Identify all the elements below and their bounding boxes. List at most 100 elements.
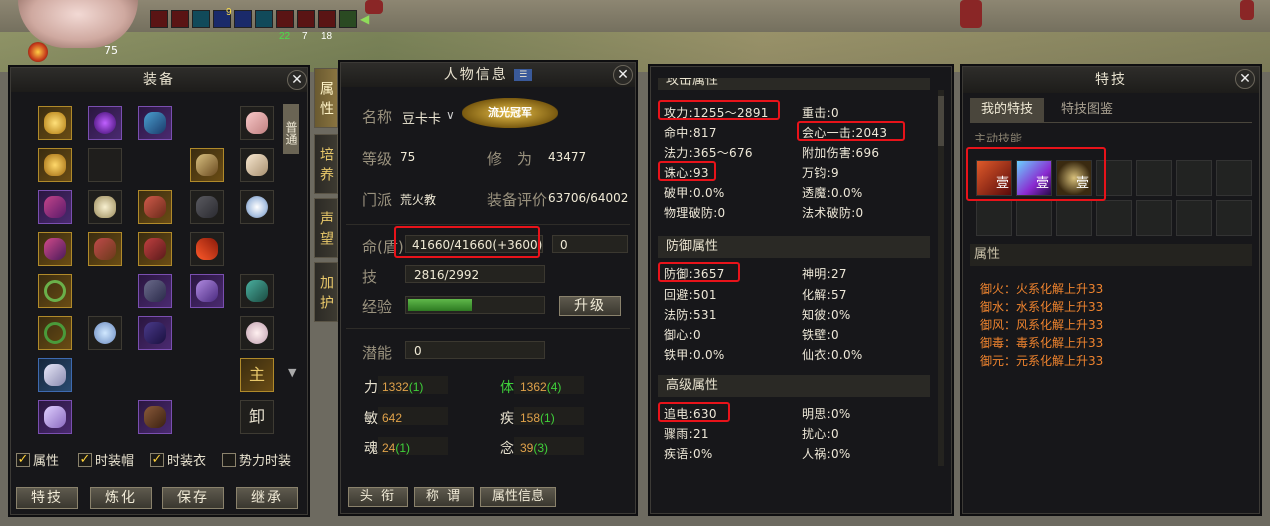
equip-slot[interactable] bbox=[138, 106, 172, 140]
costume-icon bbox=[44, 364, 66, 386]
equip-slot-empty[interactable] bbox=[88, 148, 122, 182]
checkbox-label: 属性 bbox=[33, 454, 60, 469]
buff-icon[interactable] bbox=[339, 10, 357, 28]
scrollbar[interactable] bbox=[938, 90, 944, 466]
equip-slot[interactable] bbox=[190, 190, 224, 224]
equip-slot[interactable] bbox=[88, 106, 122, 140]
buff-icon[interactable] bbox=[255, 10, 273, 28]
skill-attr-line: 御风：风系化解上升33 bbox=[980, 318, 1104, 332]
equip-slot[interactable] bbox=[38, 232, 72, 266]
skill-slot-empty[interactable] bbox=[1136, 160, 1172, 196]
armor-icon bbox=[144, 196, 166, 218]
upgrade-button[interactable]: 升级 bbox=[559, 296, 621, 316]
equip-slot[interactable] bbox=[240, 316, 274, 350]
skill-slot-empty[interactable] bbox=[1096, 200, 1132, 236]
potential-label: 潜能 bbox=[362, 344, 393, 362]
equip-slot[interactable] bbox=[190, 232, 224, 266]
stat-phys-pen: 物理破防:0 bbox=[664, 206, 726, 220]
tab-protection[interactable]: 加护 bbox=[314, 262, 338, 322]
close-icon[interactable]: ✕ bbox=[1235, 69, 1255, 89]
save-button[interactable]: 保存 bbox=[162, 487, 224, 509]
buff-icon[interactable]: 22 bbox=[276, 10, 294, 42]
scrollbar-thumb[interactable] bbox=[938, 96, 944, 146]
equip-slot[interactable] bbox=[88, 232, 122, 266]
equip-slot[interactable] bbox=[240, 190, 274, 224]
highlight-box bbox=[797, 121, 905, 141]
equip-slot[interactable] bbox=[138, 232, 172, 266]
tab-my-skills[interactable]: 我的特技 bbox=[970, 98, 1044, 122]
buff-icon[interactable] bbox=[171, 10, 189, 28]
buff-icon[interactable]: 7 bbox=[297, 10, 315, 42]
empty-check-icon bbox=[222, 452, 236, 467]
sash-icon bbox=[44, 238, 66, 260]
title-badge[interactable]: 流光冠军 bbox=[462, 98, 558, 128]
unload-button[interactable]: 卸 bbox=[240, 400, 274, 434]
tab-skill-codex[interactable]: 特技图鉴 bbox=[1050, 98, 1124, 122]
buff-icon[interactable] bbox=[192, 10, 210, 28]
close-icon[interactable]: ✕ bbox=[287, 70, 307, 90]
main-button[interactable]: 主 bbox=[240, 358, 274, 392]
skill-slot-empty[interactable] bbox=[1216, 160, 1252, 196]
tab-reputation[interactable]: 声望 bbox=[314, 198, 338, 258]
collapse-arrow-icon[interactable]: ◀ bbox=[360, 10, 369, 28]
equip-slot[interactable] bbox=[38, 190, 72, 224]
special-skill-button[interactable]: 特技 bbox=[16, 487, 78, 509]
skill-slot-empty[interactable] bbox=[1176, 160, 1212, 196]
equip-slot[interactable] bbox=[138, 400, 172, 434]
stat-evasion: 回避:501 bbox=[664, 288, 717, 302]
checkbox-dress[interactable]: ✓ 时装衣 bbox=[150, 450, 206, 469]
checkbox-faction-costume[interactable]: 势力时装 bbox=[222, 450, 291, 469]
title-button[interactable]: 头 衔 bbox=[348, 487, 408, 507]
close-icon[interactable]: ✕ bbox=[613, 65, 633, 85]
equip-slot[interactable] bbox=[88, 190, 122, 224]
appellation-button[interactable]: 称 谓 bbox=[414, 487, 474, 507]
equip-slot[interactable] bbox=[38, 106, 72, 140]
attribute-info-button[interactable]: 属性信息 bbox=[480, 487, 556, 507]
skill-slot-empty[interactable] bbox=[1016, 200, 1052, 236]
mirror-icon bbox=[246, 196, 268, 218]
equip-slot[interactable] bbox=[138, 274, 172, 308]
chevron-down-icon[interactable]: ∨ bbox=[446, 108, 455, 122]
exp-label: 经验 bbox=[362, 298, 393, 316]
gear-score-value: 63706/64002 bbox=[548, 191, 629, 205]
equip-slot[interactable] bbox=[38, 274, 72, 308]
buff-icon[interactable] bbox=[150, 10, 168, 28]
divider bbox=[346, 224, 630, 225]
skill-slot-empty[interactable] bbox=[1176, 200, 1212, 236]
equip-slot[interactable] bbox=[38, 358, 72, 392]
equip-slot[interactable] bbox=[240, 274, 274, 308]
stat-yuxin: 御心:0 bbox=[664, 328, 701, 342]
equip-slot[interactable] bbox=[138, 190, 172, 224]
equip-slot[interactable] bbox=[138, 316, 172, 350]
tab-attributes[interactable]: 属性 bbox=[314, 68, 338, 128]
wing-icon bbox=[94, 196, 116, 218]
refine-button[interactable]: 炼化 bbox=[90, 487, 152, 509]
fire-feather-icon bbox=[196, 238, 218, 260]
equip-slot[interactable] bbox=[240, 106, 274, 140]
equip-slot[interactable] bbox=[88, 316, 122, 350]
buff-icon[interactable] bbox=[234, 10, 252, 28]
equip-slot[interactable] bbox=[38, 148, 72, 182]
inherit-button[interactable]: 继承 bbox=[236, 487, 298, 509]
normal-tab[interactable]: 普通 bbox=[283, 104, 299, 154]
equip-slot[interactable] bbox=[190, 148, 224, 182]
checkbox-label: 时装帽 bbox=[95, 454, 135, 469]
tab-cultivate[interactable]: 培养 bbox=[314, 134, 338, 194]
skill-slot-empty[interactable] bbox=[1216, 200, 1252, 236]
equipment-title: 装备 bbox=[11, 68, 307, 92]
equip-slot[interactable] bbox=[38, 400, 72, 434]
equip-slot[interactable] bbox=[240, 148, 274, 182]
equip-slot[interactable] bbox=[190, 274, 224, 308]
stat-raoxin: 扰心:0 bbox=[802, 427, 839, 441]
buff-icon[interactable]: 9 bbox=[213, 7, 232, 28]
checkbox-attr[interactable]: ✓ 属性 bbox=[16, 450, 59, 469]
skill-slot-empty[interactable] bbox=[1056, 200, 1092, 236]
equip-slot[interactable] bbox=[38, 316, 72, 350]
skill-slot-empty[interactable] bbox=[976, 200, 1012, 236]
dropdown-arrow-icon[interactable]: ▼ bbox=[288, 366, 296, 379]
checkbox-hat[interactable]: ✓ 时装帽 bbox=[78, 450, 134, 469]
buff-icon[interactable]: 18 bbox=[318, 10, 336, 42]
skill-slot-empty[interactable] bbox=[1136, 200, 1172, 236]
skill-attr-line: 御水：水系化解上升33 bbox=[980, 300, 1104, 314]
menu-icon[interactable]: ☰ bbox=[514, 69, 533, 81]
